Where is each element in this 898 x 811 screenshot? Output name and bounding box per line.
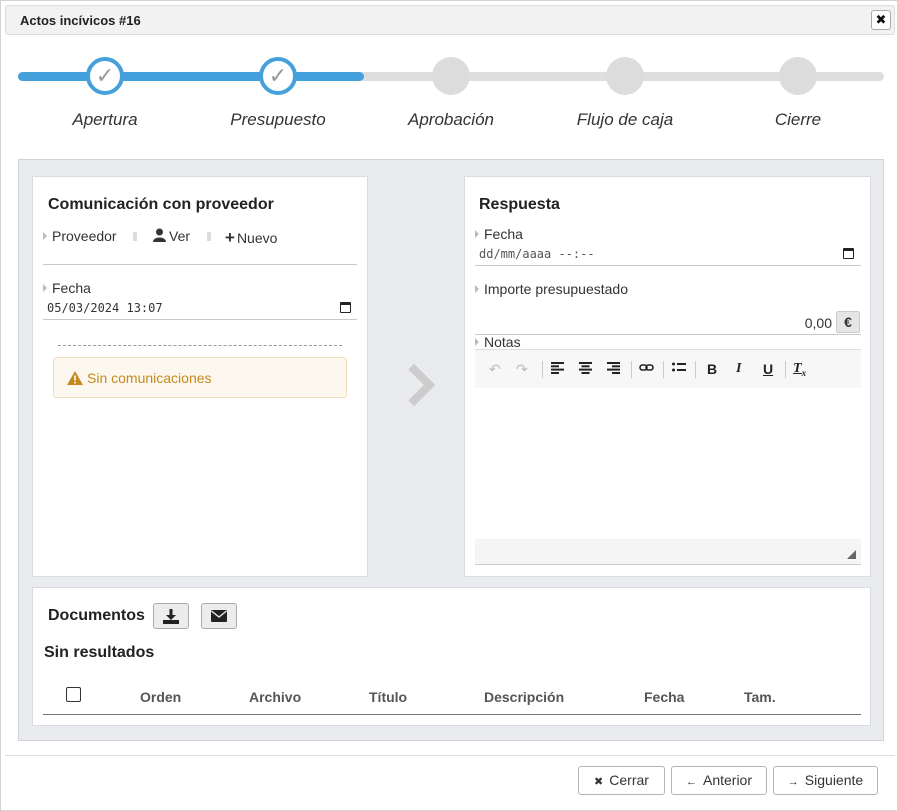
- toolbar-separator: [207, 232, 211, 241]
- align-left-icon[interactable]: [551, 361, 564, 377]
- notes-editor[interactable]: [475, 388, 861, 539]
- warning-icon: [67, 371, 83, 385]
- plus-icon: +: [225, 228, 235, 247]
- dialog: Actos incívicos #16 ✖ ✓ ✓ Apertura Presu…: [0, 0, 898, 811]
- ver-button[interactable]: Ver: [153, 228, 190, 244]
- dialog-title: Actos incívicos #16: [20, 13, 141, 28]
- check-icon: ✓: [268, 63, 288, 88]
- step-label-cierre[interactable]: Cierre: [723, 110, 873, 130]
- column-descripcion[interactable]: Descripción: [484, 689, 564, 705]
- respuesta-fecha-underline: [475, 265, 861, 266]
- align-center-icon[interactable]: [579, 361, 592, 377]
- toolbar-separator: [542, 361, 543, 378]
- link-icon[interactable]: [639, 361, 654, 377]
- respuesta-title: Respuesta: [479, 196, 560, 213]
- importe-input[interactable]: 0,00: [805, 315, 832, 331]
- step-content-panel: Comunicación con proveedor Proveedor Ver…: [18, 159, 884, 741]
- dialog-titlebar: Actos incívicos #16 ✖: [5, 5, 895, 35]
- editor-statusbar: [475, 539, 861, 565]
- calendar-icon[interactable]: [843, 248, 854, 259]
- no-results-text: Sin resultados: [44, 644, 155, 661]
- comunicacion-card: Comunicación con proveedor Proveedor Ver…: [32, 176, 368, 577]
- fecha-label: Fecha: [43, 280, 91, 296]
- chevron-right-icon: [392, 363, 436, 407]
- euro-icon: €: [836, 311, 860, 333]
- rich-text-toolbar: ↶ ↷ B I U Tx: [475, 349, 861, 388]
- proveedor-dropdown[interactable]: Proveedor: [43, 228, 117, 244]
- step-label-aprobacion[interactable]: Aprobación: [376, 110, 526, 130]
- importe-label: Importe presupuestado: [475, 281, 628, 297]
- user-icon: [153, 228, 166, 242]
- close-icon[interactable]: ✖: [871, 10, 891, 30]
- ver-label: Ver: [169, 228, 191, 244]
- underline-icon[interactable]: U: [763, 361, 773, 377]
- select-all-checkbox[interactable]: [66, 687, 81, 702]
- download-button[interactable]: [153, 603, 189, 629]
- check-icon: ✓: [95, 63, 115, 88]
- undo-icon[interactable]: ↶: [489, 361, 501, 378]
- comunicacion-title: Comunicación con proveedor: [48, 196, 274, 213]
- respuesta-card: Respuesta Fecha dd/mm/aaaa --:-- Importe…: [464, 176, 871, 577]
- siguiente-button[interactable]: → Siguiente: [773, 766, 878, 795]
- column-orden[interactable]: Orden: [140, 689, 181, 705]
- arrow-left-icon: ←: [685, 776, 697, 788]
- documentos-card: Documentos Sin resultados Orden Archivo …: [32, 587, 871, 726]
- resize-handle-icon[interactable]: [847, 550, 856, 559]
- dashed-divider: [58, 345, 342, 346]
- proveedor-label: Proveedor: [52, 228, 117, 244]
- clear-format-icon[interactable]: Tx: [793, 361, 806, 378]
- caret-right-icon: [475, 230, 479, 238]
- fecha-input[interactable]: 05/03/2024 13:07: [47, 301, 163, 315]
- step-label-presupuesto[interactable]: Presupuesto: [203, 110, 353, 130]
- email-button[interactable]: [201, 603, 237, 629]
- stepper-progress: [18, 72, 364, 81]
- column-tam[interactable]: Tam.: [744, 689, 776, 705]
- step-aprobacion-pending[interactable]: [432, 57, 470, 95]
- footer-divider: [5, 755, 895, 756]
- column-fecha[interactable]: Fecha: [644, 689, 684, 705]
- toolbar-separator: [695, 361, 696, 378]
- documentos-title: Documentos: [48, 607, 145, 624]
- align-right-icon[interactable]: [607, 361, 620, 377]
- anterior-button[interactable]: ← Anterior: [671, 766, 767, 795]
- importe-underline: [475, 334, 861, 335]
- step-cierre-pending[interactable]: [779, 57, 817, 95]
- column-archivo[interactable]: Archivo: [249, 689, 301, 705]
- cerrar-button[interactable]: ✖ Cerrar: [578, 766, 665, 795]
- envelope-icon: [211, 610, 227, 622]
- caret-right-icon: [43, 284, 47, 292]
- download-icon: [163, 609, 179, 624]
- divider: [43, 264, 357, 265]
- nuevo-label: Nuevo: [236, 230, 278, 246]
- respuesta-fecha-label: Fecha: [475, 226, 523, 242]
- caret-right-icon: [475, 285, 479, 293]
- redo-icon[interactable]: ↷: [516, 361, 528, 378]
- step-flujo-pending[interactable]: [606, 57, 644, 95]
- italic-icon[interactable]: I: [736, 361, 741, 377]
- step-label-flujo[interactable]: Flujo de caja: [550, 110, 700, 130]
- step-presupuesto-done[interactable]: ✓: [259, 57, 297, 95]
- caret-right-icon: [475, 338, 479, 346]
- step-label-apertura[interactable]: Apertura: [30, 110, 180, 130]
- toolbar-separator: [663, 361, 664, 378]
- calendar-icon[interactable]: [340, 302, 351, 313]
- toolbar-separator: [631, 361, 632, 378]
- no-communications-alert: Sin comunicaciones: [53, 357, 347, 398]
- close-icon: ✖: [594, 776, 604, 788]
- respuesta-fecha-input[interactable]: dd/mm/aaaa --:--: [479, 247, 595, 261]
- caret-right-icon: [43, 232, 47, 240]
- arrow-right-icon: →: [787, 776, 799, 788]
- toolbar-separator: [133, 232, 137, 241]
- column-titulo[interactable]: Título: [369, 689, 407, 705]
- step-apertura-done[interactable]: ✓: [86, 57, 124, 95]
- nuevo-button[interactable]: + Nuevo: [225, 228, 277, 248]
- bullet-list-icon[interactable]: [672, 361, 686, 377]
- notas-label: Notas: [475, 334, 521, 350]
- table-header-border: [43, 714, 861, 715]
- fecha-underline: [43, 319, 357, 320]
- toolbar-separator: [785, 361, 786, 378]
- no-communications-text: Sin comunicaciones: [87, 370, 212, 386]
- bold-icon[interactable]: B: [707, 361, 717, 377]
